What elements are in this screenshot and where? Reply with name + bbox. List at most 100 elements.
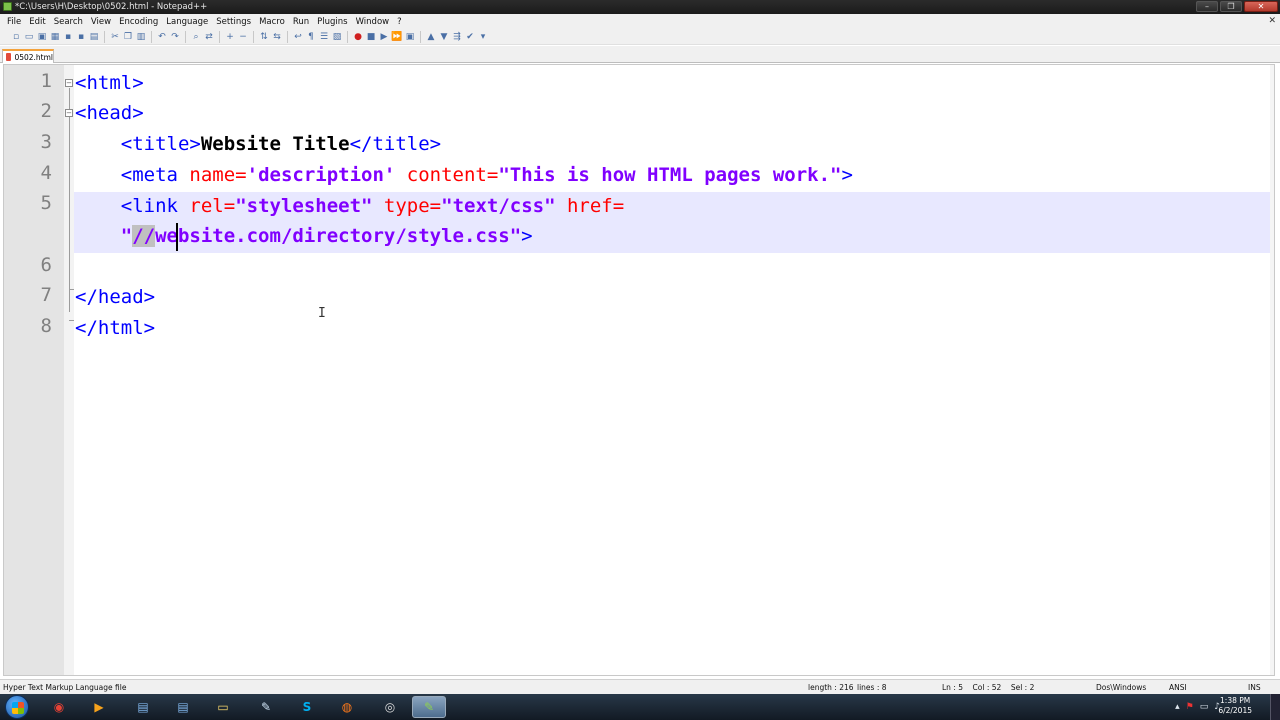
firefox-icon: ◍ xyxy=(341,700,353,714)
zoom-out-icon[interactable]: − xyxy=(237,31,249,43)
trim-icon[interactable]: ⇶ xyxy=(451,31,463,43)
run-macro-multiple-icon[interactable]: ⏩ xyxy=(391,31,403,43)
window-title: *C:\Users\H\Desktop\0502.html - Notepad+… xyxy=(15,2,208,12)
taskbar-firefox-icon[interactable]: ◍ xyxy=(330,696,364,718)
code-token: 'description' xyxy=(246,164,396,186)
toolbar-separator xyxy=(287,30,288,43)
show-desktop-button[interactable] xyxy=(1270,694,1280,720)
close-document-icon[interactable]: ✕ xyxy=(1268,16,1276,26)
tab-label: 0502.html xyxy=(14,52,53,62)
play-macro-icon[interactable]: ▶ xyxy=(378,31,390,43)
code-token: type= xyxy=(383,195,442,217)
menu-window[interactable]: Window xyxy=(352,17,394,27)
word-wrap-icon[interactable]: ↩ xyxy=(292,31,304,43)
selected-text: // xyxy=(132,225,156,247)
menu-run[interactable]: Run xyxy=(289,17,313,27)
minimize-button[interactable]: – xyxy=(1196,1,1218,12)
menu-view[interactable]: View xyxy=(87,17,115,27)
move-up-icon[interactable]: ▲ xyxy=(425,31,437,43)
show-hidden-icons-icon[interactable]: ▴ xyxy=(1175,702,1180,712)
taskbar-skype-icon[interactable]: S xyxy=(290,696,324,718)
taskbar-chrome-icon[interactable]: ◉ xyxy=(42,696,76,718)
maximize-button[interactable]: ❐ xyxy=(1220,1,1242,12)
menu-file[interactable]: File xyxy=(3,17,25,27)
code-token: <head> xyxy=(75,102,144,124)
title-bar: *C:\Users\H\Desktop\0502.html - Notepad+… xyxy=(0,0,1280,14)
find-icon[interactable]: ⌕ xyxy=(190,31,202,43)
stop-macro-icon[interactable]: ■ xyxy=(365,31,377,43)
open-file-icon[interactable]: ▭ xyxy=(23,31,35,43)
undo-icon[interactable]: ↶ xyxy=(156,31,168,43)
fold-toggle-icon[interactable]: − xyxy=(65,109,73,117)
menu-macro[interactable]: Macro xyxy=(255,17,289,27)
code-token: </title> xyxy=(349,133,442,155)
sync-horizontal-icon[interactable]: ⇆ xyxy=(271,31,283,43)
close-all-icon[interactable]: ▪ xyxy=(75,31,87,43)
menu-edit[interactable]: Edit xyxy=(25,17,49,27)
paste-icon[interactable]: ▥ xyxy=(135,31,147,43)
tab-0502-html[interactable]: 0502.html xyxy=(2,49,54,63)
menu-search[interactable]: Search xyxy=(50,17,87,27)
taskbar-notepad-plus-plus-icon[interactable]: ✎ xyxy=(412,696,446,718)
taskbar-pen-tool-icon[interactable]: ✎ xyxy=(249,696,283,718)
menu-plugins[interactable]: Plugins xyxy=(313,17,351,27)
modified-file-icon xyxy=(6,53,12,61)
taskbar-documents-icon[interactable]: ▤ xyxy=(126,696,160,718)
close-file-icon[interactable]: ▪ xyxy=(62,31,74,43)
taskbar-documents-2-icon[interactable]: ▤ xyxy=(166,696,200,718)
print-icon[interactable]: ▤ xyxy=(88,31,100,43)
editor-pane[interactable]: 1 2 3 4 5 6 7 8 − − <html> <head> <title… xyxy=(3,64,1275,676)
save-icon[interactable]: ▣ xyxy=(36,31,48,43)
zoom-in-icon[interactable]: + xyxy=(224,31,236,43)
code-token: <html> xyxy=(75,72,144,94)
fold-toggle-icon[interactable]: − xyxy=(65,79,73,87)
code-line-1: <html> xyxy=(75,68,144,98)
code-line-7: </head> xyxy=(75,282,155,312)
menu-help[interactable]: ? xyxy=(393,17,406,27)
sync-vertical-icon[interactable]: ⇅ xyxy=(258,31,270,43)
toolbar-separator xyxy=(253,30,254,43)
save-macro-icon[interactable]: ▣ xyxy=(404,31,416,43)
cut-icon[interactable]: ✂ xyxy=(109,31,121,43)
menu-encoding[interactable]: Encoding xyxy=(115,17,162,27)
folder-icon: ▭ xyxy=(217,700,229,714)
taskbar-camera-icon[interactable]: ◎ xyxy=(373,696,407,718)
code-token: "This is how HTML pages work." xyxy=(498,164,842,186)
menu-settings[interactable]: Settings xyxy=(212,17,255,27)
move-down-icon[interactable]: ▼ xyxy=(438,31,450,43)
clock-date: 6/2/2015 xyxy=(1218,706,1252,715)
spell-check-icon[interactable]: ✔ xyxy=(464,31,476,43)
record-macro-icon[interactable]: ● xyxy=(352,31,364,43)
window-controls: – ❐ ✕ xyxy=(1196,1,1278,13)
taskbar-media-player-icon[interactable]: ▶ xyxy=(82,696,116,718)
network-icon[interactable]: ▭ xyxy=(1200,702,1209,712)
close-window-button[interactable]: ✕ xyxy=(1244,1,1278,12)
system-clock[interactable]: 1:38 PM 6/2/2015 xyxy=(1218,696,1252,716)
plugin-icon[interactable]: ▾ xyxy=(477,31,489,43)
camera-icon: ◎ xyxy=(384,700,396,714)
flag-icon[interactable]: ⚑ xyxy=(1186,702,1194,712)
replace-icon[interactable]: ⇄ xyxy=(203,31,215,43)
status-bar: Hyper Text Markup Language file length :… xyxy=(0,679,1280,694)
show-all-chars-icon[interactable]: ¶ xyxy=(305,31,317,43)
taskbar-file-explorer-icon[interactable]: ▭ xyxy=(206,696,240,718)
code-token: > xyxy=(841,164,853,186)
copy-icon[interactable]: ❐ xyxy=(122,31,134,43)
save-all-icon[interactable]: ▦ xyxy=(49,31,61,43)
fold-end xyxy=(69,320,74,321)
indent-guide-icon[interactable]: ☰ xyxy=(318,31,330,43)
menu-language[interactable]: Language xyxy=(162,17,212,27)
start-button[interactable] xyxy=(5,695,29,719)
code-line-5-wrapped: "//website.com/directory/style.css"> xyxy=(75,221,533,251)
redo-icon[interactable]: ↷ xyxy=(169,31,181,43)
clock-time: 1:38 PM xyxy=(1220,696,1251,705)
new-file-icon[interactable]: ▫ xyxy=(10,31,22,43)
vertical-scrollbar[interactable] xyxy=(1270,65,1274,675)
doc-map-icon[interactable]: ▧ xyxy=(331,31,343,43)
